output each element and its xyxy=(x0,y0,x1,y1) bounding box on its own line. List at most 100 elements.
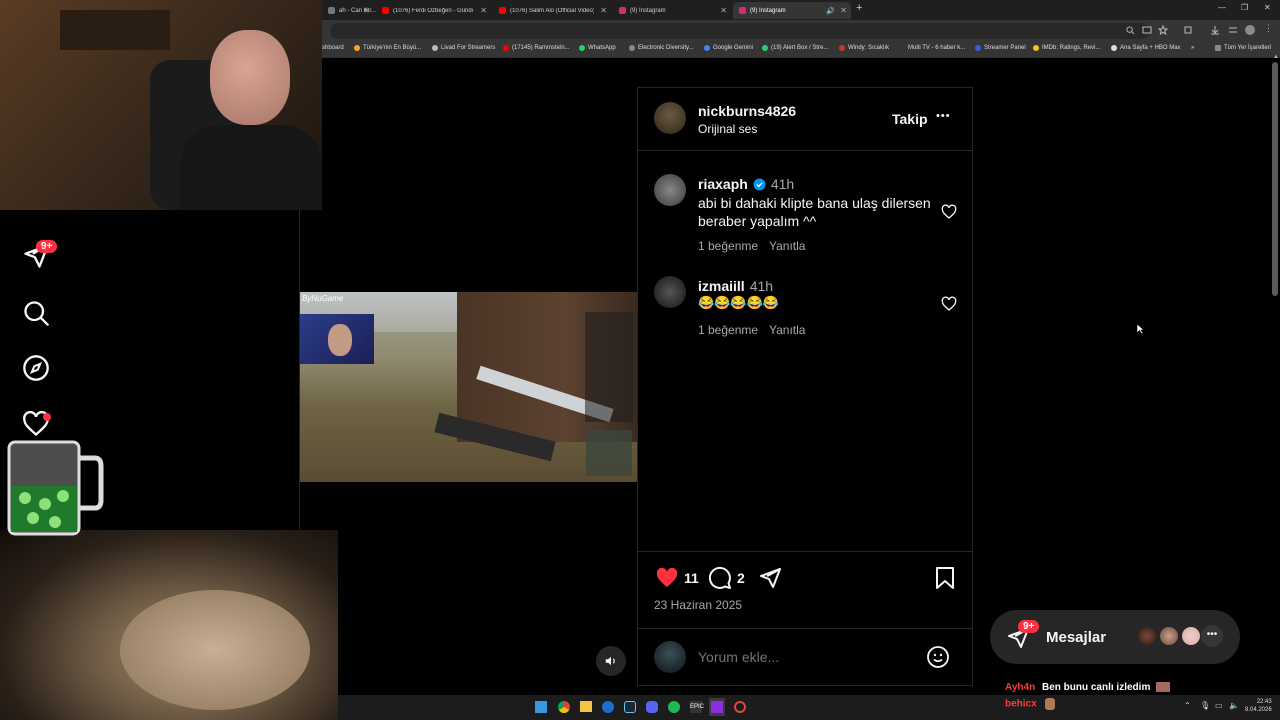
volume-icon[interactable]: 🔈 xyxy=(1229,701,1239,710)
cast-icon[interactable] xyxy=(1142,26,1152,35)
file-explorer-icon[interactable] xyxy=(580,701,592,712)
imdb-icon xyxy=(1033,45,1039,51)
bookmark-item[interactable]: shboard xyxy=(322,45,344,51)
minimize-button[interactable]: — xyxy=(1218,3,1226,12)
audio-playing-icon[interactable]: 🔊 xyxy=(826,7,835,15)
spotify-icon[interactable] xyxy=(668,701,680,713)
tab-close-icon[interactable]: ✕ xyxy=(600,6,607,15)
search-icon[interactable] xyxy=(22,299,50,327)
bookmark-item[interactable]: Multi TV - 6 haber k... xyxy=(899,45,965,51)
tab-close-icon[interactable]: ✕ xyxy=(840,6,847,15)
tab-close-icon[interactable]: ✕ xyxy=(480,6,487,15)
reply-button[interactable]: Yanıtla xyxy=(769,323,805,337)
start-windows-icon[interactable] xyxy=(535,701,547,713)
post-video[interactable]: ByNuGame xyxy=(300,292,637,482)
like-heart-filled-icon[interactable] xyxy=(654,566,680,590)
tab-close-icon[interactable]: ✕ xyxy=(363,6,370,15)
browser-tab[interactable]: ah - Can Kır... ✕ xyxy=(322,2,376,19)
mouse-cursor-icon xyxy=(1136,323,1145,335)
messages-floating-button[interactable]: 9+ Mesajlar ••• xyxy=(990,610,1240,664)
bookmarks-overflow-button[interactable]: » xyxy=(1191,45,1194,51)
maximize-button[interactable]: ❐ xyxy=(1241,3,1248,12)
network-icon[interactable]: ▭ xyxy=(1215,701,1223,710)
download-icon[interactable] xyxy=(1210,25,1220,35)
page-scrollbar[interactable] xyxy=(1272,62,1278,296)
bookmark-favicon-icon xyxy=(839,45,845,51)
bookmark-item[interactable]: Windy: Sıcaklık xyxy=(839,45,889,51)
clock[interactable]: 22:43 8.04.2026 xyxy=(1245,698,1272,714)
chrome-icon[interactable] xyxy=(558,701,570,713)
author-username[interactable]: nickburns4826 xyxy=(698,103,796,119)
header-divider xyxy=(638,150,972,151)
bookmark-item[interactable]: IMDb: Ratings, Revi... xyxy=(1033,45,1100,51)
tray-overflow-icon[interactable]: ⌃ xyxy=(1184,701,1191,710)
pet-webcam xyxy=(0,530,338,720)
bookmark-item[interactable]: Livad For Streamers xyxy=(432,45,495,51)
webcam-streamer-face xyxy=(210,30,290,125)
audio-name[interactable]: Orijinal ses xyxy=(698,122,757,136)
save-bookmark-icon[interactable] xyxy=(934,566,956,590)
comment-username[interactable]: izmaiill xyxy=(698,278,745,294)
profile-avatar[interactable] xyxy=(1245,25,1255,35)
microphone-icon[interactable]: 🎙 xyxy=(1200,701,1210,710)
speaker-icon xyxy=(605,656,615,666)
tab-close-icon[interactable]: ✕ xyxy=(720,6,727,15)
more-options-icon[interactable]: ••• xyxy=(936,110,951,122)
comment-time[interactable]: 41h xyxy=(750,278,773,294)
epic-games-icon[interactable]: EPIC xyxy=(690,701,704,713)
bookmark-item[interactable]: Google Gemini xyxy=(704,45,753,51)
like-count[interactable]: 11 xyxy=(684,570,699,586)
bookmark-label: Ana Sayfa + HBO Max xyxy=(1120,45,1181,51)
bookmark-item[interactable]: Electronic Diversity... xyxy=(629,45,694,51)
app-icon[interactable] xyxy=(602,701,614,713)
video-facecam xyxy=(300,314,374,364)
close-window-button[interactable]: ✕ xyxy=(1264,3,1271,12)
app-icon[interactable] xyxy=(734,701,746,713)
bookmark-item[interactable]: Ana Sayfa + HBO Max xyxy=(1111,45,1181,51)
comment-like-heart-icon[interactable] xyxy=(941,204,957,220)
zoom-icon[interactable] xyxy=(1126,26,1135,35)
url-field[interactable] xyxy=(330,23,1150,39)
current-user-avatar[interactable] xyxy=(654,641,686,673)
follow-button[interactable]: Takip xyxy=(892,111,928,127)
comment-likes[interactable]: 1 beğenme xyxy=(698,239,758,253)
video-mute-button[interactable] xyxy=(596,646,626,676)
tab-label: (9) Instagram xyxy=(630,7,666,14)
browser-tab[interactable]: (1076) Ferdi Özbeğen - Gündo... ✕ xyxy=(376,2,491,19)
comment-like-heart-icon[interactable] xyxy=(941,296,957,312)
media-control-icon[interactable] xyxy=(1228,25,1238,35)
bookmark-item[interactable]: WhatsApp xyxy=(579,45,616,51)
share-icon[interactable] xyxy=(758,566,782,590)
chat-emote-icon xyxy=(1045,698,1056,710)
reply-button[interactable]: Yanıtla xyxy=(769,239,805,253)
browser-tab[interactable]: (9) Instagram ✕ xyxy=(613,2,731,19)
bookmark-item[interactable]: Türkiye'nin En Büyü... xyxy=(354,45,421,51)
comment-input[interactable] xyxy=(698,646,918,668)
facecam-person xyxy=(328,324,352,356)
extensions-icon[interactable] xyxy=(1183,25,1193,35)
commenter-avatar[interactable] xyxy=(654,276,686,308)
comment-username[interactable]: riaxaph xyxy=(698,176,748,192)
comment-likes[interactable]: 1 beğenme xyxy=(698,323,758,337)
steam-icon[interactable] xyxy=(624,701,636,713)
active-app-highlight[interactable] xyxy=(709,698,725,716)
comment-time[interactable]: 41h xyxy=(771,176,794,192)
bookmark-item[interactable]: Streamer Panel xyxy=(975,45,1026,51)
bookmark-item[interactable]: (17145) Rammstein... xyxy=(503,45,570,51)
author-avatar[interactable] xyxy=(654,102,686,134)
emoji-icon[interactable] xyxy=(926,645,950,669)
comment-header: riaxaph 41h xyxy=(698,176,794,192)
bookmark-star-icon[interactable] xyxy=(1158,25,1168,35)
explore-compass-icon[interactable] xyxy=(22,354,50,382)
browser-tab[interactable]: (1076) Salim Alo (Official Video)... ✕ xyxy=(493,2,611,19)
scroll-up-icon[interactable]: ▲ xyxy=(1273,54,1279,60)
new-tab-button[interactable]: + xyxy=(856,2,862,14)
comment-bubble-icon[interactable] xyxy=(708,566,732,590)
browser-menu-icon[interactable]: ⋮ xyxy=(1264,23,1273,34)
browser-tab-active[interactable]: (9) Instagram 🔊 ✕ xyxy=(733,2,851,19)
commenter-avatar[interactable] xyxy=(654,174,686,206)
all-bookmarks-item[interactable]: Tüm Yer İşaretleri xyxy=(1215,45,1271,51)
discord-icon[interactable] xyxy=(646,701,658,713)
bookmark-item[interactable]: (19) Alert Box / Stre... xyxy=(762,45,828,51)
comment-count[interactable]: 2 xyxy=(737,570,745,586)
